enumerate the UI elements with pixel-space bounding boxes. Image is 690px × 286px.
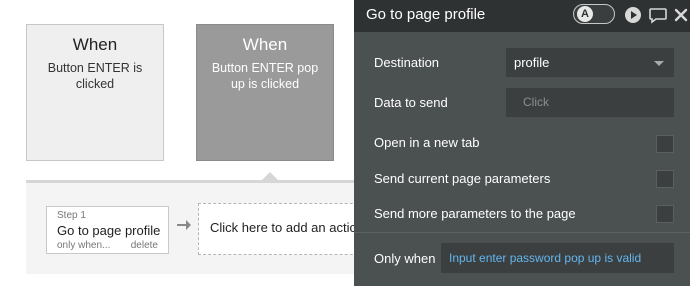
add-action-label: Click here to add an action	[210, 220, 364, 235]
open-new-tab-label: Open in a new tab	[374, 135, 480, 150]
add-action-button[interactable]: Click here to add an action	[198, 203, 378, 255]
event-description: Button ENTER is clicked	[47, 61, 143, 91]
destination-dropdown[interactable]: profile	[506, 48, 674, 77]
event-card-button-enter-pop-up[interactable]: When Button ENTER pop up is clicked	[196, 24, 334, 161]
arrow-right-icon	[177, 220, 191, 230]
send-current-params-checkbox[interactable]	[656, 170, 674, 188]
actions-panel: Step 1 Go to page profile only when... d…	[26, 180, 378, 274]
editor-title: Go to page profile	[366, 6, 486, 23]
step-only-when-link[interactable]: only when...	[57, 240, 110, 251]
only-when-condition-field[interactable]: Input enter password pop up is valid	[441, 243, 674, 273]
send-more-params-label: Send more parameters to the page	[374, 206, 576, 221]
event-description: Button ENTER pop up is clicked	[211, 61, 319, 91]
data-to-send-field[interactable]: Click	[506, 88, 674, 117]
property-editor: Go to page profile A Destination profile…	[354, 0, 690, 286]
step-name: Go to page profile	[57, 223, 161, 238]
send-more-params-checkbox[interactable]	[656, 205, 674, 223]
play-icon[interactable]	[624, 6, 642, 24]
destination-value: profile	[514, 55, 550, 70]
event-title: When	[72, 35, 118, 54]
destination-label: Destination	[374, 55, 440, 70]
only-when-label: Only when	[374, 251, 436, 266]
close-icon[interactable]	[674, 6, 688, 24]
data-to-send-label: Data to send	[374, 95, 448, 110]
send-current-params-label: Send current page parameters	[374, 171, 551, 186]
toggle-knob: A	[577, 6, 593, 22]
chevron-down-icon	[654, 61, 664, 66]
data-to-send-placeholder: Click	[523, 95, 549, 109]
section-divider	[354, 232, 690, 233]
editor-header: Go to page profile A	[354, 0, 690, 32]
event-card-button-enter[interactable]: When Button ENTER is clicked	[26, 24, 164, 161]
step-delete-link[interactable]: delete	[131, 240, 158, 251]
open-new-tab-checkbox[interactable]	[656, 135, 674, 153]
step-number: Step 1	[57, 210, 86, 221]
only-when-condition: Input enter password pop up is valid	[449, 251, 642, 265]
comment-icon[interactable]	[648, 6, 668, 24]
debug-toggle[interactable]: A	[573, 4, 615, 24]
selection-pointer	[262, 172, 278, 180]
step-card[interactable]: Step 1 Go to page profile only when... d…	[46, 206, 169, 254]
event-title: When	[242, 35, 288, 54]
